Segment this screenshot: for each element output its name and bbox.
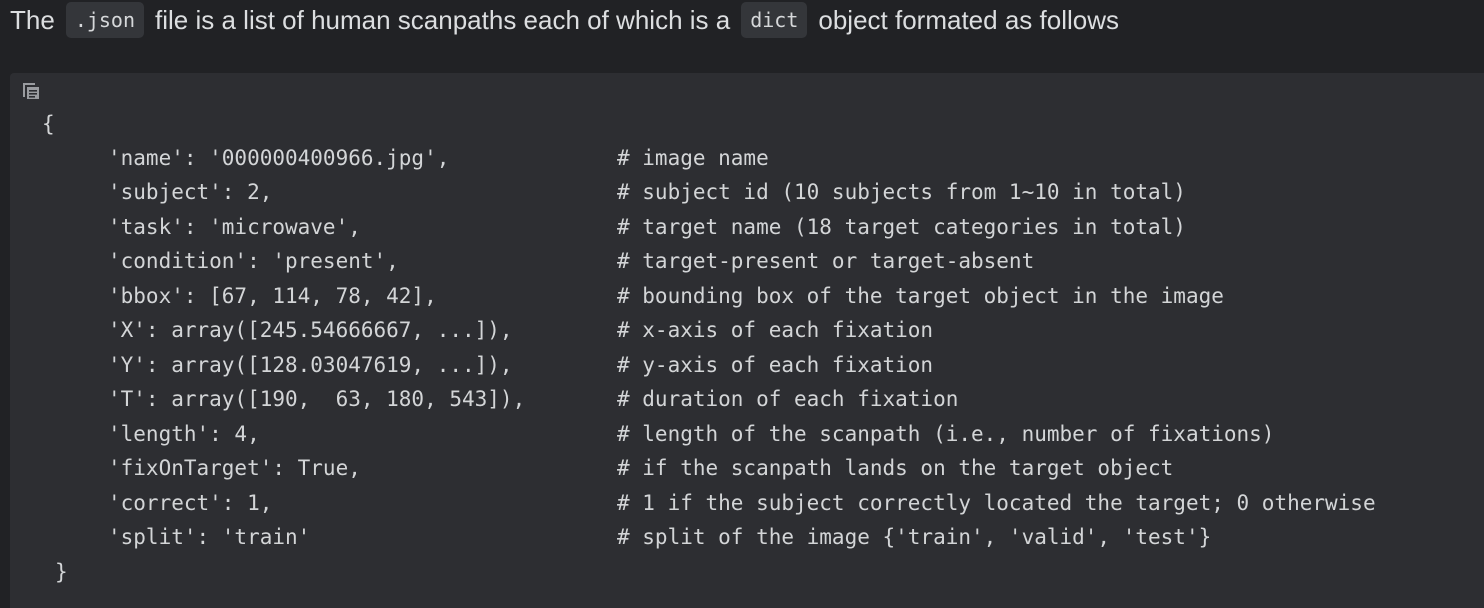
code-key-task: 'task': 'microwave',	[108, 215, 361, 239]
code-comment-name: # image name	[617, 146, 769, 170]
code-comment-bbox: # bounding box of the target object in t…	[617, 284, 1224, 308]
code-key-condition: 'condition': 'present',	[108, 249, 399, 273]
code-key-fixontarget: 'fixOnTarget': True,	[108, 456, 361, 480]
code-key-y: 'Y': array([128.03047619, ...]),	[108, 353, 513, 377]
code-key-length: 'length': 4,	[108, 422, 260, 446]
code-key-correct: 'correct': 1,	[108, 491, 273, 515]
code-comment-condition: # target-present or target-absent	[617, 249, 1035, 273]
code-comment-t: # duration of each fixation	[617, 387, 959, 411]
code-comment-split: # split of the image {'train', 'valid', …	[617, 525, 1212, 549]
code-comment-fixontarget: # if the scanpath lands on the target ob…	[617, 456, 1174, 480]
code-block: { 'name': '000000400966.jpg', # image na…	[10, 73, 1484, 608]
code-key-t: 'T': array([190, 63, 180, 543]),	[108, 387, 526, 411]
code-comment-y: # y-axis of each fixation	[617, 353, 934, 377]
close-brace: }	[55, 560, 68, 584]
copy-icon[interactable]	[22, 82, 40, 100]
intro-text-2: file is a list of human scanpaths each o…	[155, 4, 731, 35]
code-key-x: 'X': array([245.54666667, ...]),	[108, 318, 513, 342]
inline-code-dict: dict	[741, 2, 808, 38]
code-key-subject: 'subject': 2,	[108, 180, 273, 204]
code-comment-length: # length of the scanpath (i.e., number o…	[617, 422, 1275, 446]
intro-text-1: The	[10, 4, 55, 35]
code-comment-task: # target name (18 target categories in t…	[617, 215, 1186, 239]
intro-paragraph: The .json file is a list of human scanpa…	[10, 0, 1119, 40]
open-brace: {	[42, 112, 55, 136]
code-comment-subject: # subject id (10 subjects from 1~10 in t…	[617, 180, 1186, 204]
code-comment-correct: # 1 if the subject correctly located the…	[617, 491, 1376, 515]
code-key-bbox: 'bbox': [67, 114, 78, 42],	[108, 284, 437, 308]
code-key-name: 'name': '000000400966.jpg',	[108, 146, 450, 170]
intro-text-3: object formated as follows	[818, 4, 1119, 35]
code-comment-x: # x-axis of each fixation	[617, 318, 934, 342]
inline-code-json: .json	[65, 2, 145, 38]
code-key-split: 'split': 'train'	[108, 525, 311, 549]
